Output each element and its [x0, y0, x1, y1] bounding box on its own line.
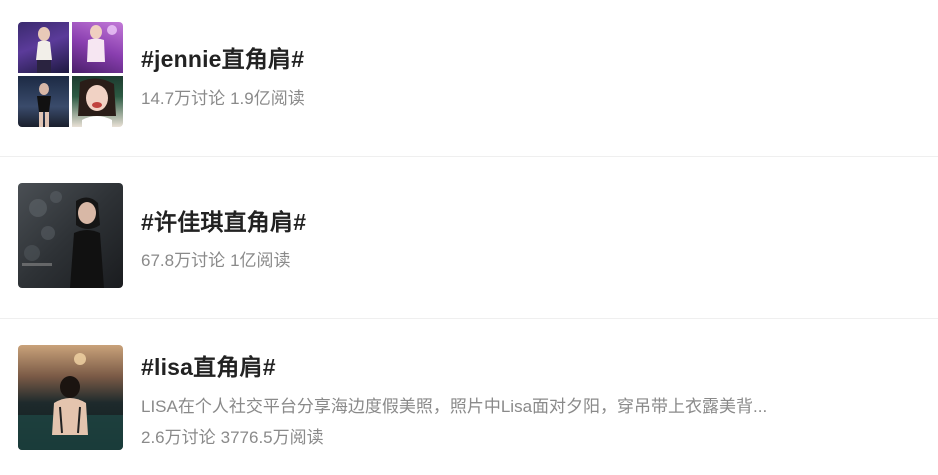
read-count: 3776.5万阅读: [220, 428, 324, 447]
figure-silhouette-icon: [87, 25, 117, 62]
topic-thumbnail-collage[interactable]: [18, 22, 123, 127]
figure-silhouette-icon: [36, 27, 52, 73]
topic-row-lisa[interactable]: #lisa直角肩# LISA在个人社交平台分享海边度假美照，照片中Lisa面对夕…: [0, 319, 938, 475]
discussion-count: 14.7万讨论: [141, 89, 226, 108]
topic-thumbnail[interactable]: [18, 183, 123, 288]
collage-photo-4: [72, 76, 123, 127]
figure-silhouette-icon: [37, 83, 51, 127]
collage-photo-2: [72, 22, 123, 73]
portrait-photo-icon: [18, 183, 123, 288]
face-portrait-icon: [78, 78, 116, 127]
discussion-count: 67.8万讨论: [141, 251, 226, 270]
topic-summary: LISA在个人社交平台分享海边度假美照，照片中Lisa面对夕阳，穿吊带上衣露美背…: [141, 397, 768, 416]
topic-row-xujiaqi[interactable]: #许佳琪直角肩# 67.8万讨论 1亿阅读: [0, 157, 938, 319]
topic-stats: 2.6万讨论 3776.5万阅读: [141, 423, 324, 448]
topic-stats: 14.7万讨论 1.9亿阅读: [141, 84, 305, 109]
discussion-count: 2.6万讨论: [141, 428, 216, 447]
topic-stats: 67.8万讨论 1亿阅读: [141, 246, 291, 271]
collage-photo-3: [18, 76, 69, 127]
read-count: 1.9亿阅读: [230, 89, 305, 108]
photo-collage: [18, 22, 123, 127]
topic-title[interactable]: #jennie直角肩#: [141, 40, 304, 74]
beach-sunset-photo-icon: [18, 345, 123, 450]
topic-title[interactable]: #lisa直角肩#: [141, 348, 276, 382]
read-count: 1亿阅读: [230, 251, 291, 270]
collage-photo-1: [18, 22, 69, 73]
topic-thumbnail[interactable]: [18, 345, 123, 450]
topic-title[interactable]: #许佳琪直角肩#: [141, 203, 306, 237]
topic-row-jennie[interactable]: #jennie直角肩# 14.7万讨论 1.9亿阅读: [0, 0, 938, 157]
topic-list: #jennie直角肩# 14.7万讨论 1.9亿阅读 #许佳琪直角肩# 67.8…: [0, 0, 938, 475]
